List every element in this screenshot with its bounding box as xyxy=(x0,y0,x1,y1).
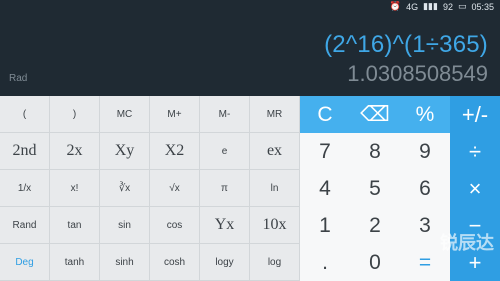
battery-icon: ▭ xyxy=(457,2,467,12)
keypad: ( ) MC M+ M- MR 2nd 2x Xy X2 e ex 1/x x!… xyxy=(0,96,500,281)
percent-button[interactable]: % xyxy=(400,96,450,133)
signal-icon: ▮▮▮ xyxy=(423,2,438,12)
log-key[interactable]: log xyxy=(250,244,300,281)
calculator-display: Rad (2^16)^(1÷365) 1.0308508549 xyxy=(0,16,500,96)
sin-key[interactable]: sin xyxy=(100,207,150,244)
x-squared-key[interactable]: X2 xyxy=(150,133,200,170)
reciprocal-key[interactable]: 1/x xyxy=(0,170,50,207)
memory-recall-key[interactable]: MR xyxy=(250,96,300,133)
result: 1.0308508549 xyxy=(347,61,488,86)
battery-level: 92 xyxy=(442,2,453,12)
deg-toggle-key[interactable]: Deg xyxy=(0,244,50,281)
digit-8-button[interactable]: 8 xyxy=(350,133,400,170)
status-bar: ⏰ 4G ▮▮▮ 92 ▭ 05:35 xyxy=(0,0,500,16)
open-paren-key[interactable]: ( xyxy=(0,96,50,133)
clock: 05:35 xyxy=(471,2,494,12)
watermark: 锐辰达 xyxy=(440,233,494,253)
factorial-key[interactable]: x! xyxy=(50,170,100,207)
number-keypad: C ⌫ % 7 8 9 4 5 6 1 2 3 . 0 = xyxy=(300,96,450,281)
scientific-keypad: ( ) MC M+ M- MR 2nd 2x Xy X2 e ex 1/x x!… xyxy=(0,96,300,281)
log-y-key[interactable]: logy xyxy=(200,244,250,281)
two-power-x-key[interactable]: 2x xyxy=(50,133,100,170)
tanh-key[interactable]: tanh xyxy=(50,244,100,281)
cube-root-key[interactable]: ∛x xyxy=(100,170,150,207)
second-function-key[interactable]: 2nd xyxy=(0,133,50,170)
backspace-button[interactable]: ⌫ xyxy=(350,96,400,133)
network-label: 4G xyxy=(406,2,419,12)
y-power-x-key[interactable]: Yx xyxy=(200,207,250,244)
angle-mode-indicator: Rad xyxy=(9,73,28,84)
backspace-icon: ⌫ xyxy=(360,103,390,126)
memory-clear-key[interactable]: MC xyxy=(100,96,150,133)
expression: (2^16)^(1÷365) xyxy=(324,31,488,58)
memory-subtract-key[interactable]: M- xyxy=(200,96,250,133)
cos-key[interactable]: cos xyxy=(150,207,200,244)
square-root-key[interactable]: √x xyxy=(150,170,200,207)
ln-key[interactable]: ln xyxy=(250,170,300,207)
digit-0-button[interactable]: 0 xyxy=(350,244,400,281)
divide-button[interactable]: ÷ xyxy=(450,133,500,170)
digit-6-button[interactable]: 6 xyxy=(400,170,450,207)
tan-key[interactable]: tan xyxy=(50,207,100,244)
cosh-key[interactable]: cosh xyxy=(150,244,200,281)
sign-toggle-button[interactable]: +/- xyxy=(450,96,500,133)
close-paren-key[interactable]: ) xyxy=(50,96,100,133)
digit-1-button[interactable]: 1 xyxy=(300,207,350,244)
memory-add-key[interactable]: M+ xyxy=(150,96,200,133)
ten-power-x-key[interactable]: 10x xyxy=(250,207,300,244)
digit-2-button[interactable]: 2 xyxy=(350,207,400,244)
x-power-y-key[interactable]: Xy xyxy=(100,133,150,170)
pi-key[interactable]: π xyxy=(200,170,250,207)
euler-key[interactable]: e xyxy=(200,133,250,170)
exp-key[interactable]: ex xyxy=(250,133,300,170)
alarm-icon: ⏰ xyxy=(389,2,402,12)
rand-key[interactable]: Rand xyxy=(0,207,50,244)
decimal-button[interactable]: . xyxy=(300,244,350,281)
digit-4-button[interactable]: 4 xyxy=(300,170,350,207)
digit-5-button[interactable]: 5 xyxy=(350,170,400,207)
multiply-button[interactable]: × xyxy=(450,170,500,207)
digit-9-button[interactable]: 9 xyxy=(400,133,450,170)
sinh-key[interactable]: sinh xyxy=(100,244,150,281)
clear-button[interactable]: C xyxy=(300,96,350,133)
digit-7-button[interactable]: 7 xyxy=(300,133,350,170)
